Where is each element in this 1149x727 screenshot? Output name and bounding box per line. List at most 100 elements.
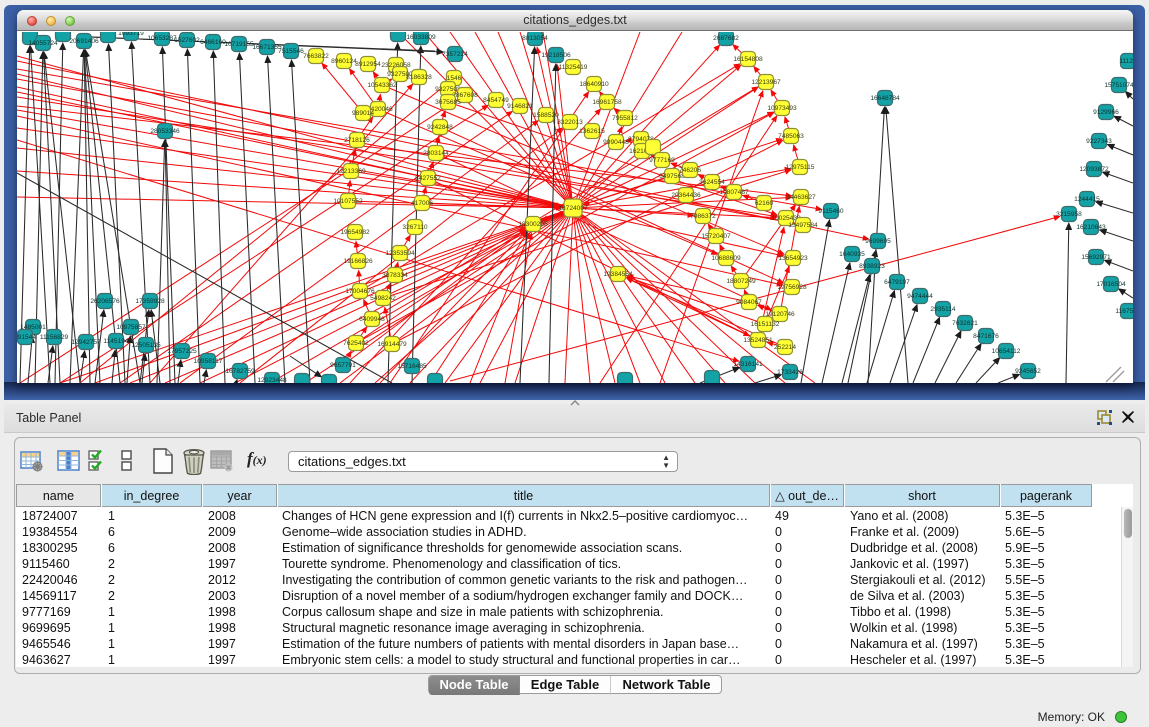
svg-text:9115460: 9115460 bbox=[818, 208, 844, 215]
svg-text:19384554: 19384554 bbox=[603, 271, 633, 278]
svg-text:8938923: 8938923 bbox=[859, 263, 885, 270]
svg-text:18300295: 18300295 bbox=[518, 221, 548, 228]
svg-text:2935114: 2935114 bbox=[930, 306, 956, 313]
svg-text:12923448: 12923448 bbox=[257, 377, 287, 383]
svg-text:15692971: 15692971 bbox=[1081, 254, 1111, 261]
svg-text:16154808: 16154808 bbox=[733, 56, 763, 63]
svg-text:10807487: 10807487 bbox=[719, 189, 749, 196]
svg-text:10973493: 10973493 bbox=[767, 105, 797, 112]
svg-text:8471676: 8471676 bbox=[973, 333, 999, 340]
svg-text:7663822: 7663822 bbox=[303, 53, 329, 60]
svg-text:746206: 746206 bbox=[679, 167, 701, 174]
svg-text:2803144: 2803144 bbox=[423, 150, 449, 157]
svg-text:15497584: 15497584 bbox=[788, 222, 818, 229]
svg-text:10653287: 10653287 bbox=[147, 35, 177, 42]
svg-text:7485063: 7485063 bbox=[778, 133, 804, 140]
svg-text:17359928: 17359928 bbox=[135, 298, 165, 305]
svg-text:8960124: 8960124 bbox=[331, 58, 357, 65]
svg-text:9245652: 9245652 bbox=[1015, 368, 1041, 375]
svg-text:9146821: 9146821 bbox=[507, 103, 533, 110]
svg-text:3267110: 3267110 bbox=[402, 224, 428, 231]
svg-text:12942757: 12942757 bbox=[71, 339, 101, 346]
svg-text:16782759: 16782759 bbox=[225, 368, 255, 375]
svg-text:10688609: 10688609 bbox=[711, 255, 741, 262]
svg-text:8454749: 8454749 bbox=[483, 97, 509, 104]
svg-text:10975857: 10975857 bbox=[116, 324, 146, 331]
svg-text:1244415: 1244415 bbox=[1074, 196, 1100, 203]
svg-text:10958117: 10958117 bbox=[194, 358, 223, 365]
svg-text:11156829: 11156829 bbox=[40, 334, 69, 341]
svg-text:5498242: 5498242 bbox=[370, 295, 396, 302]
svg-text:991544: 991544 bbox=[17, 334, 36, 341]
svg-text:1167533: 1167533 bbox=[1115, 308, 1133, 315]
svg-text:12093872: 12093872 bbox=[1079, 166, 1109, 173]
svg-text:10719155: 10719155 bbox=[224, 41, 254, 48]
svg-text:19218506: 19218506 bbox=[541, 52, 571, 59]
svg-text:16961758: 16961758 bbox=[592, 99, 622, 106]
svg-text:6409948: 6409948 bbox=[359, 316, 385, 323]
svg-text:16914479: 16914479 bbox=[377, 341, 407, 348]
svg-text:10543362: 10543362 bbox=[367, 82, 397, 89]
svg-text:2718126: 2718126 bbox=[344, 137, 370, 144]
svg-text:8322013: 8322013 bbox=[557, 119, 583, 126]
svg-text:7515546: 7515546 bbox=[278, 48, 304, 55]
svg-text:10107552: 10107552 bbox=[333, 198, 363, 205]
svg-text:15751074: 15751074 bbox=[1104, 82, 1133, 89]
svg-text:7625402: 7625402 bbox=[343, 340, 369, 347]
svg-text:16210643: 16210643 bbox=[1076, 224, 1106, 231]
svg-text:15716485: 15716485 bbox=[397, 363, 427, 370]
svg-text:18807249: 18807249 bbox=[726, 278, 756, 285]
svg-text:17004676: 17004676 bbox=[345, 288, 375, 295]
svg-text:14055724: 14055724 bbox=[28, 40, 58, 47]
svg-text:12505135: 12505135 bbox=[131, 342, 161, 349]
svg-text:3878334: 3878334 bbox=[382, 272, 408, 279]
svg-text:28053346: 28053346 bbox=[150, 128, 180, 135]
svg-text:13524851: 13524851 bbox=[743, 337, 773, 344]
svg-text:12213967: 12213967 bbox=[751, 79, 781, 86]
svg-text:11325419: 11325419 bbox=[559, 64, 588, 71]
svg-text:8186328: 8186328 bbox=[406, 74, 432, 81]
svg-text:7632621: 7632621 bbox=[952, 320, 978, 327]
svg-text:8427552: 8427552 bbox=[415, 175, 441, 182]
svg-text:10654112: 10654112 bbox=[992, 348, 1021, 355]
svg-text:9777169: 9777169 bbox=[649, 157, 675, 164]
svg-text:12213369: 12213369 bbox=[336, 168, 366, 175]
svg-text:9990448: 9990448 bbox=[603, 139, 629, 146]
svg-text:7986372: 7986372 bbox=[690, 213, 716, 220]
svg-text:20364436: 20364436 bbox=[671, 192, 701, 199]
svg-text:1093719: 1093719 bbox=[118, 32, 144, 37]
svg-text:2687682: 2687682 bbox=[713, 35, 739, 42]
svg-text:252214: 252214 bbox=[774, 344, 796, 351]
svg-text:12975115: 12975115 bbox=[786, 164, 815, 171]
svg-text:12353594: 12353594 bbox=[385, 250, 415, 257]
svg-text:8813054: 8813054 bbox=[522, 35, 548, 42]
svg-text:20691406: 20691406 bbox=[69, 38, 99, 45]
svg-text:1588520: 1588520 bbox=[533, 112, 559, 119]
svg-text:3624554: 3624554 bbox=[699, 179, 725, 186]
svg-text:62160: 62160 bbox=[755, 200, 774, 207]
svg-text:14463627: 14463627 bbox=[786, 194, 816, 201]
svg-text:9699695: 9699695 bbox=[865, 238, 891, 245]
svg-text:9129966: 9129966 bbox=[1093, 109, 1119, 116]
svg-text:16033809: 16033809 bbox=[406, 34, 436, 41]
svg-text:9657791: 9657791 bbox=[330, 362, 356, 369]
svg-text:9227343: 9227343 bbox=[1086, 138, 1112, 145]
svg-text:9084067: 9084067 bbox=[736, 299, 762, 306]
svg-text:18640910: 18640910 bbox=[579, 81, 609, 88]
svg-text:18724007: 18724007 bbox=[558, 205, 588, 212]
svg-text:19166826: 19166826 bbox=[343, 258, 373, 265]
svg-text:16648784: 16648784 bbox=[870, 95, 900, 102]
svg-text:3675685: 3675685 bbox=[435, 99, 461, 106]
svg-text:6479197: 6479197 bbox=[884, 279, 910, 286]
svg-text:1145194: 1145194 bbox=[103, 338, 129, 345]
svg-text:16151132: 16151132 bbox=[751, 321, 780, 328]
svg-text:9474444: 9474444 bbox=[907, 293, 933, 300]
svg-text:1640935: 1640935 bbox=[839, 251, 865, 258]
svg-text:989014: 989014 bbox=[352, 110, 374, 117]
svg-text:9242848: 9242848 bbox=[427, 124, 453, 131]
svg-text:14316141: 14316141 bbox=[733, 361, 763, 368]
svg-text:7955812: 7955812 bbox=[612, 115, 638, 122]
svg-text:17957225: 17957225 bbox=[167, 348, 197, 355]
svg-text:26206576: 26206576 bbox=[90, 298, 120, 305]
svg-text:7357224: 7357224 bbox=[442, 51, 468, 58]
